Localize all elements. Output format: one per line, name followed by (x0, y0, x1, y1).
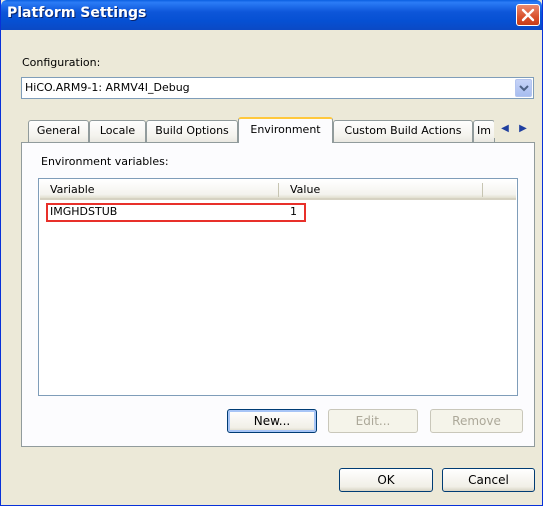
ok-button[interactable]: OK (339, 468, 433, 492)
tab-general[interactable]: General (28, 120, 89, 142)
dropdown-arrow-button[interactable] (515, 79, 532, 97)
title-bar[interactable]: Platform Settings (1, 0, 542, 30)
scroll-left-icon[interactable]: ◀ (496, 120, 514, 138)
tab-build-options[interactable]: Build Options (146, 120, 238, 142)
tab-custom-build-actions[interactable]: Custom Build Actions (333, 120, 473, 142)
environment-variables-label: Environment variables: (41, 155, 169, 168)
window-title: Platform Settings (7, 5, 147, 21)
cancel-button[interactable]: Cancel (442, 468, 535, 492)
configuration-label: Configuration: (22, 56, 101, 69)
tab-image[interactable]: Im (473, 120, 495, 142)
column-header-value[interactable]: Value (290, 183, 320, 196)
column-divider[interactable] (278, 183, 279, 197)
column-header-variable[interactable]: Variable (50, 183, 95, 196)
chevron-down-icon (519, 85, 529, 92)
scroll-right-icon[interactable]: ▶ (514, 120, 532, 138)
edit-button[interactable]: Edit... (328, 409, 418, 433)
tab-scroll-buttons: ◀ ▶ (494, 120, 534, 138)
list-header: Variable Value (40, 180, 516, 200)
tab-environment[interactable]: Environment (238, 117, 333, 143)
configuration-dropdown[interactable]: HiCO.ARM9-1: ARMV4I_Debug (21, 77, 534, 99)
column-divider[interactable] (482, 183, 483, 197)
close-button[interactable] (516, 4, 540, 26)
platform-settings-dialog: Platform Settings Configuration: HiCO.AR… (0, 0, 543, 506)
tab-locale[interactable]: Locale (89, 120, 146, 142)
remove-button[interactable]: Remove (430, 409, 523, 433)
close-icon (521, 8, 535, 22)
new-button[interactable]: New... (227, 409, 317, 433)
configuration-value: HiCO.ARM9-1: ARMV4I_Debug (25, 81, 190, 94)
highlight-box (46, 203, 306, 222)
